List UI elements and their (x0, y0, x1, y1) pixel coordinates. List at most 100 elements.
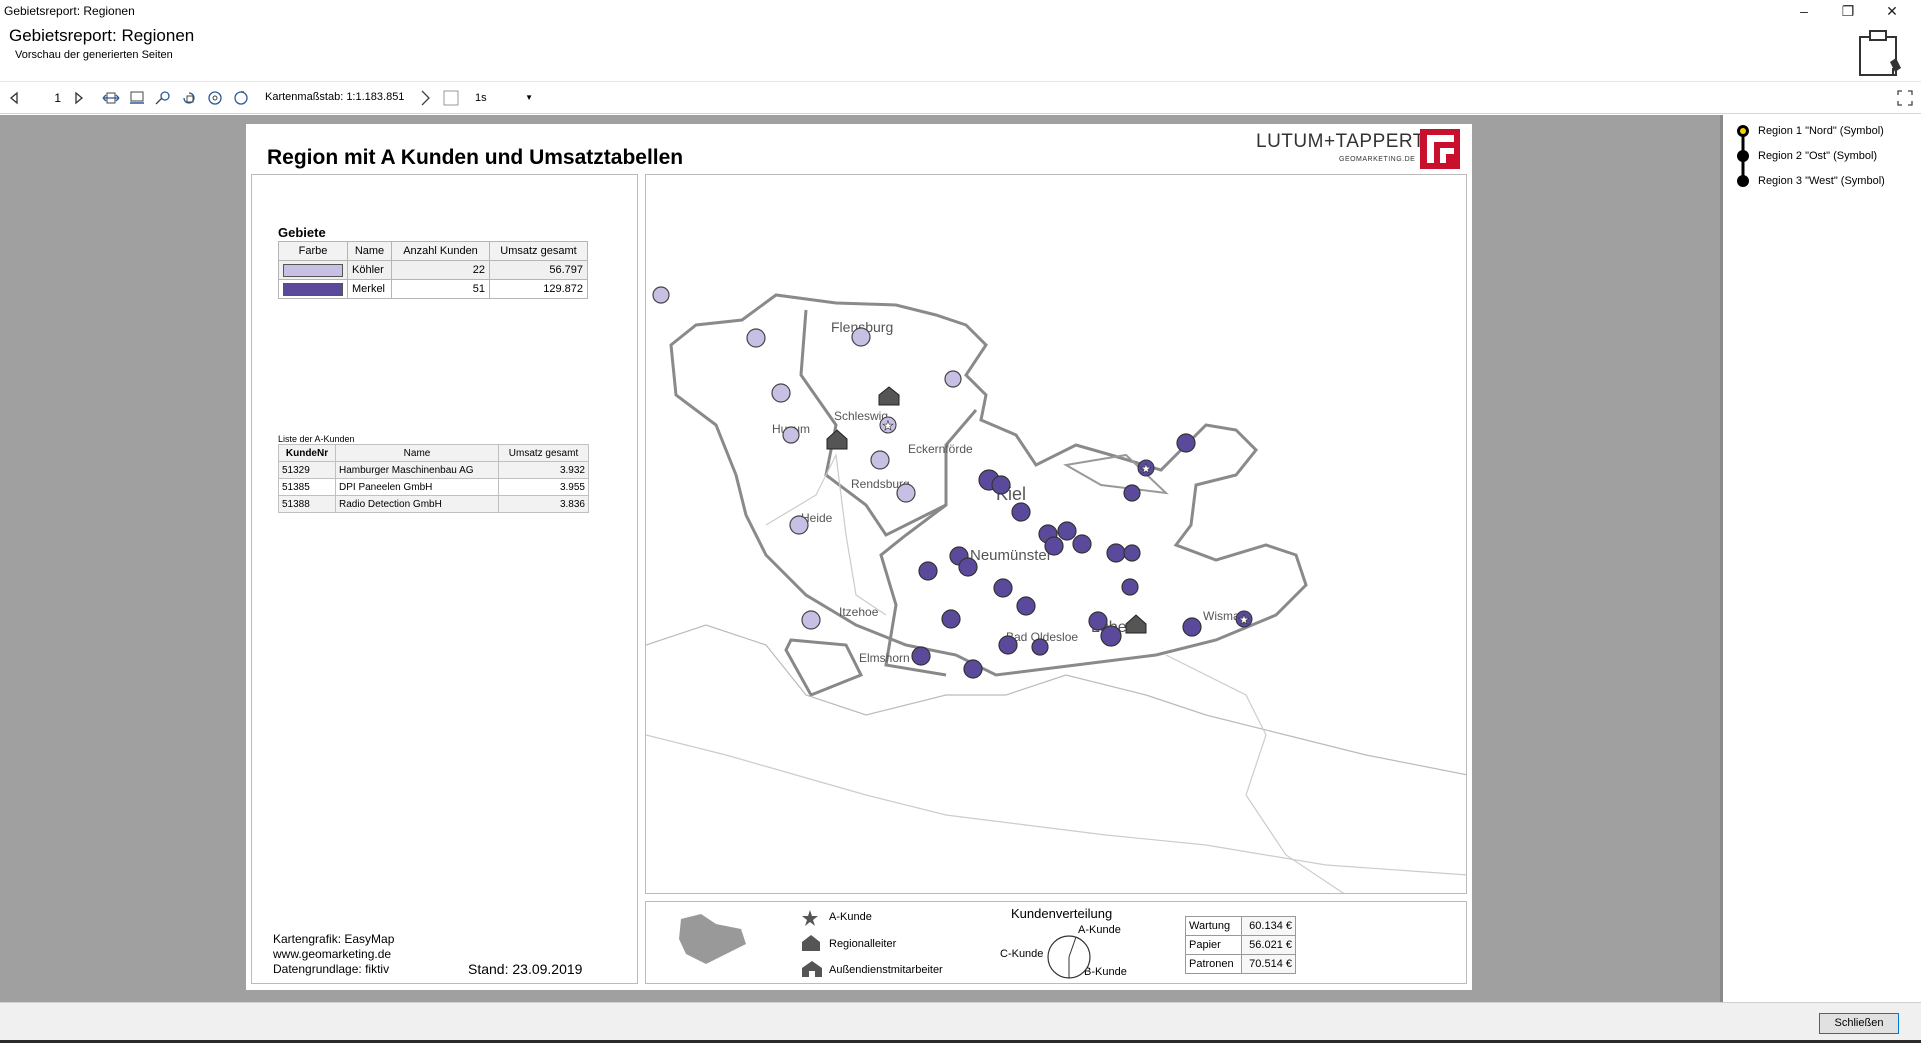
header-title: Gebietsreport: Regionen (9, 26, 195, 45)
map-scale-label: Kartenmaßstab: 1:1.183.851 (265, 91, 405, 103)
restore-button[interactable]: ❐ (1826, 0, 1870, 22)
kundennr-cell: 51385 (278, 478, 336, 496)
name-cell: Hamburger Maschinenbau AG (335, 461, 499, 479)
logo-text: LUTUM+TAPPERT (1256, 131, 1425, 152)
sidebar-item-region-1[interactable]: Region 1 "Nord" (Symbol) (1758, 125, 1884, 137)
center-icon[interactable] (205, 89, 225, 107)
customer-marker (918, 561, 938, 581)
timeline-icon (1737, 125, 1749, 187)
kunden-heading: Liste der A-Kunden (278, 434, 355, 444)
category-name: Wartung (1185, 916, 1242, 936)
house-icon (802, 961, 822, 977)
legend-a-kunde: A-Kunde (829, 911, 872, 923)
gebiete-heading: Gebiete (278, 225, 326, 240)
legend-panel: A-Kunde Regionalleiter Außendienstmitarb… (645, 901, 1467, 984)
customer-marker (782, 426, 800, 444)
city-label-neumuenster: Neumünster (970, 547, 1052, 564)
customer-marker (1072, 534, 1092, 554)
credit-line: Kartengrafik: EasyMap (273, 932, 395, 946)
city-label-schleswig: Schleswig (834, 409, 888, 423)
customer-marker (991, 475, 1011, 495)
distribution-pie-icon (1047, 935, 1091, 979)
region-map: Flensburg Schleswig Husum Eckernförde Re… (646, 286, 1466, 893)
close-button[interactable]: Schließen (1819, 1013, 1899, 1034)
customer-marker (1044, 536, 1064, 556)
customer-marker (911, 646, 931, 666)
interval-select[interactable]: 1s ▼ (470, 87, 538, 109)
house-icon (802, 935, 820, 951)
fit-width-icon[interactable] (101, 89, 121, 107)
page-navigation-sidebar: Region 1 "Nord" (Symbol) Region 2 "Ost" … (1720, 115, 1921, 1002)
customer-marker (789, 515, 809, 535)
customer-marker (1176, 433, 1196, 453)
customer-marker (941, 609, 961, 629)
category-name: Patronen (1185, 954, 1242, 974)
previous-page-icon[interactable] (7, 89, 21, 107)
preview-area[interactable]: Region mit A Kunden und Umsatztabellen L… (0, 115, 1720, 1002)
zoom-region-icon[interactable] (153, 89, 173, 107)
count-cell: 51 (391, 279, 490, 299)
city-label-itzehoe: Itzehoe (839, 605, 879, 619)
total-cell: 129.872 (489, 279, 588, 299)
column-header: Name (335, 444, 499, 462)
total-cell: 3.955 (498, 478, 589, 496)
page-number-input[interactable]: 1 (28, 87, 66, 109)
color-cell (278, 260, 348, 280)
report-preview-window: Gebietsreport: Regionen – ❐ ✕ Gebietsrep… (0, 0, 1921, 1043)
total-cell: 3.932 (498, 461, 589, 479)
table-row: Patronen 70.514 € (1185, 954, 1296, 974)
city-label-elmshorn: Elmshorn (859, 651, 910, 665)
column-header: Name (347, 241, 392, 261)
fit-page-icon[interactable] (127, 89, 147, 107)
sidebar-item-region-2[interactable]: Region 2 "Ost" (Symbol) (1758, 150, 1877, 162)
overview-map-icon (679, 914, 746, 964)
customer-marker (1123, 484, 1141, 502)
customer-marker (771, 383, 791, 403)
credits: Kartengrafik: EasyMap www.geomarketing.d… (273, 932, 394, 977)
minimize-button[interactable]: – (1782, 0, 1826, 22)
name-cell: DPI Paneelen GmbH (335, 478, 499, 496)
credit-line: Datengrundlage: fiktiv (273, 962, 390, 976)
logo-mark-icon (1420, 129, 1460, 169)
credit-line: www.geomarketing.de (273, 947, 392, 961)
city-label-eckernfoerde: Eckernförde (908, 442, 973, 456)
total-cell: 3.836 (498, 495, 589, 513)
a-kunden-table: KundeNr Name Umsatz gesamt 51329 Hamburg… (278, 444, 589, 513)
pie-label-c: C-Kunde (1000, 948, 1044, 960)
customer-marker (1182, 617, 1202, 637)
fullscreen-icon[interactable] (1896, 89, 1914, 107)
table-row: Köhler 22 56.797 (278, 260, 588, 280)
customer-marker (851, 327, 871, 347)
title-bar: Gebietsreport: Regionen – ❐ ✕ (0, 0, 1921, 22)
stop-icon[interactable] (443, 89, 459, 107)
legend-regionalleiter: Regionalleiter (829, 938, 897, 950)
close-window-button[interactable]: ✕ (1870, 0, 1914, 22)
info-panel: Gebiete Farbe Name Anzahl Kunden Umsatz … (251, 174, 638, 984)
count-cell: 22 (391, 260, 490, 280)
category-value: 70.514 € (1241, 954, 1296, 974)
customer-marker (1016, 596, 1036, 616)
customer-marker (1057, 521, 1077, 541)
rotate-icon[interactable] (179, 89, 199, 107)
map-panel[interactable]: Flensburg Schleswig Husum Eckernförde Re… (645, 174, 1467, 894)
table-row: 51385 DPI Paneelen GmbH 3.955 (278, 478, 589, 496)
sidebar-item-region-3[interactable]: Region 3 "West" (Symbol) (1758, 175, 1885, 187)
customer-marker (993, 578, 1013, 598)
customer-marker (896, 483, 916, 503)
refresh-icon[interactable] (231, 89, 251, 107)
play-icon[interactable] (419, 89, 431, 107)
next-page-icon[interactable] (72, 89, 86, 107)
bottom-bar: Schließen (0, 1002, 1921, 1043)
kundennr-cell: 51329 (278, 461, 336, 479)
column-header: Farbe (278, 241, 348, 261)
table-row: 51329 Hamburger Maschinenbau AG 3.932 (278, 461, 589, 479)
total-cell: 56.797 (489, 260, 588, 280)
customer-marker (1106, 543, 1126, 563)
table-row: 51388 Radio Detection GmbH 3.836 (278, 495, 589, 513)
customer-marker (998, 635, 1018, 655)
star-icon: ★ (1238, 612, 1250, 627)
column-header: Anzahl Kunden (391, 241, 490, 261)
chevron-down-icon: ▼ (525, 93, 533, 102)
name-cell: Köhler (347, 260, 392, 280)
table-row: Papier 56.021 € (1185, 935, 1296, 955)
